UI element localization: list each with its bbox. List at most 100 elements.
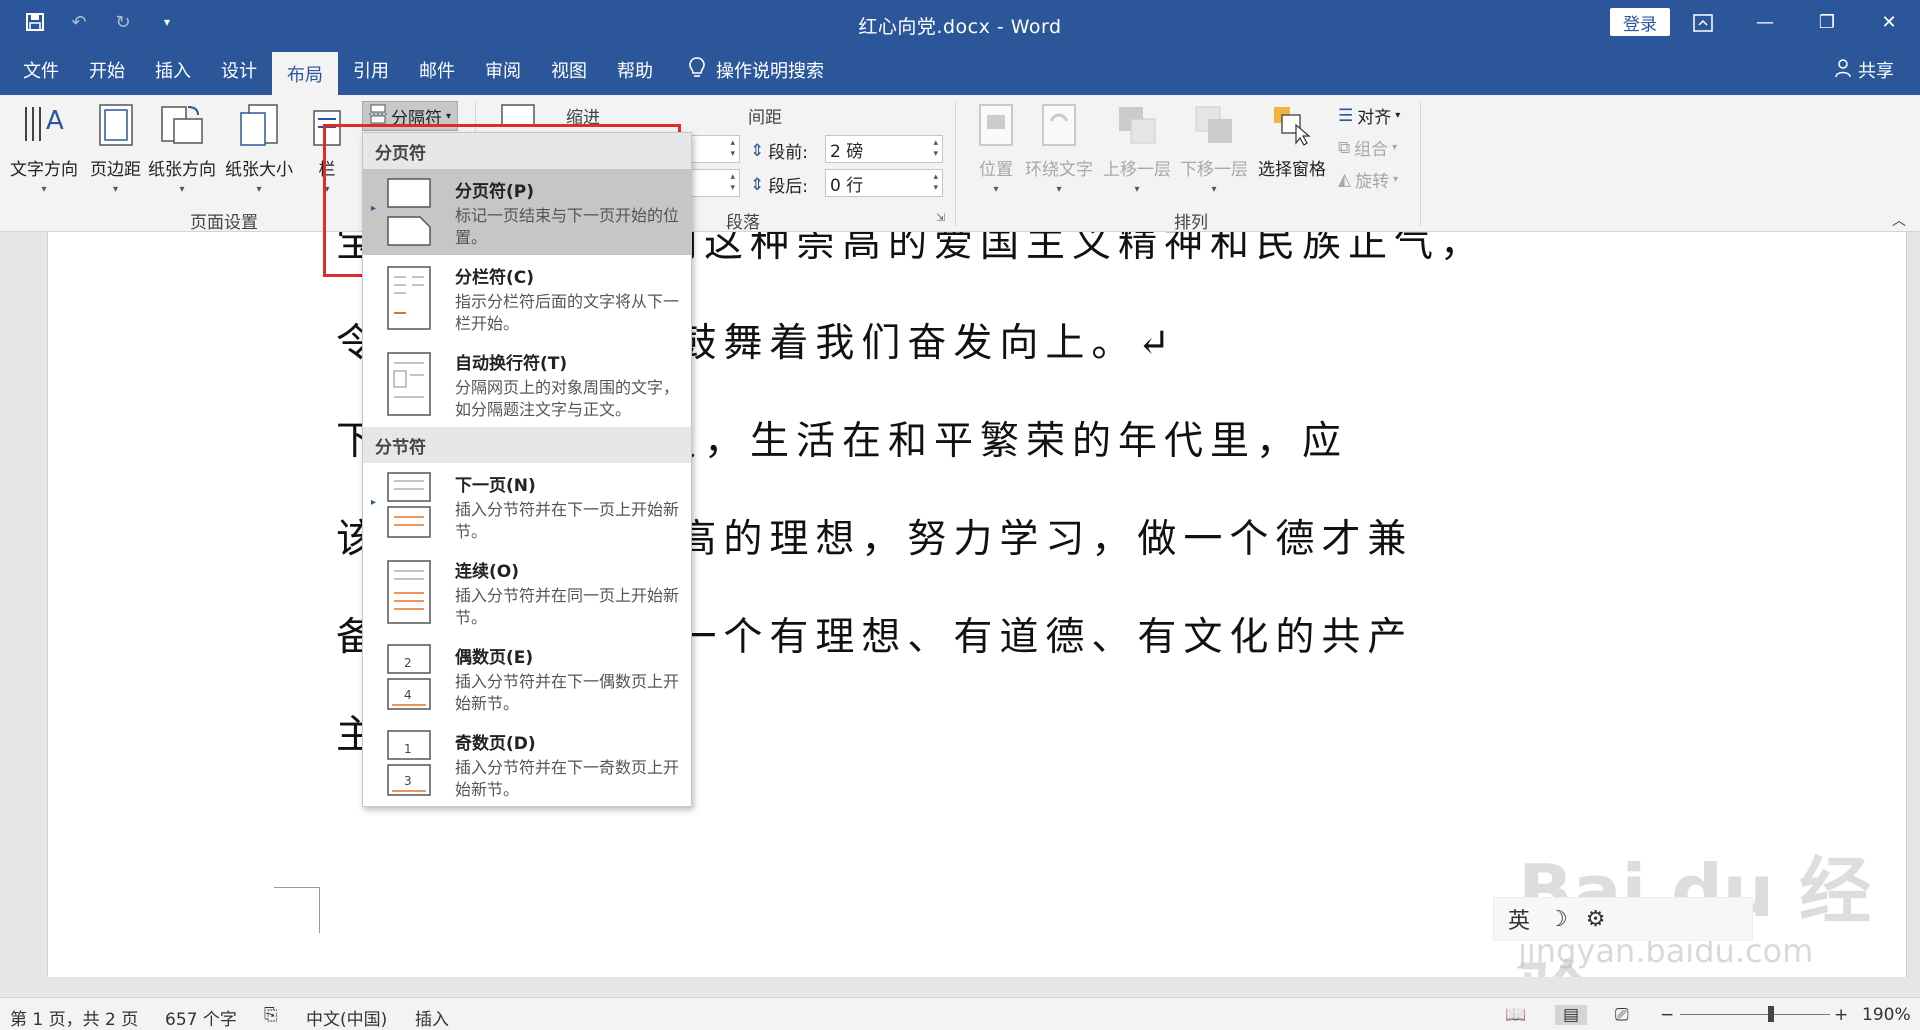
position-button[interactable]: 位置 ▾ xyxy=(972,101,1020,195)
zoom-in-icon[interactable]: + xyxy=(1834,1005,1848,1025)
send-backward-icon xyxy=(1190,101,1238,149)
tab-layout[interactable]: 布局 xyxy=(272,52,338,95)
next-page-break-icon xyxy=(363,463,455,549)
arrange-group-label: 排列 xyxy=(1174,213,1208,233)
tab-mailings[interactable]: 邮件 xyxy=(404,45,470,95)
indent-left-field[interactable]: ▴ ▾ xyxy=(690,135,740,163)
orientation-icon xyxy=(158,101,206,149)
ribbon-tabs-bar: 文件 开始 插入 设计 布局 引用 邮件 审阅 视图 帮助 操作说明搜索 共享 xyxy=(0,45,1920,95)
menu-item-even-page[interactable]: 24 偶数页(E) 插入分节符并在下一偶数页上开始新节。 xyxy=(363,635,691,721)
menu-item-next-page[interactable]: ▸ 下一页(N) 插入分节符并在下一页上开始新节。 xyxy=(363,463,691,549)
tab-review[interactable]: 审阅 xyxy=(470,45,536,95)
svg-text:3: 3 xyxy=(404,774,412,788)
text-direction-button[interactable]: A 文字方向 ▾ xyxy=(10,101,78,195)
rotate-button[interactable]: ◭ 旋转 ▾ xyxy=(1338,167,1398,193)
login-button[interactable]: 登录 xyxy=(1610,8,1670,36)
spacing-before-value: 2 磅 xyxy=(830,141,864,162)
spacing-before-field[interactable]: 2 磅 ▴ ▾ xyxy=(825,135,943,163)
svg-text:1: 1 xyxy=(404,742,412,756)
tab-insert[interactable]: 插入 xyxy=(140,45,206,95)
insert-mode[interactable]: 插入 xyxy=(415,1005,449,1030)
even-page-break-icon: 24 xyxy=(363,635,455,721)
column-break-desc: 指示分栏符后面的文字将从下一栏开始。 xyxy=(455,292,680,333)
paragraph-group-label: 段落 xyxy=(726,213,760,233)
menu-item-text-wrapping-break[interactable]: 自动换行符(T) 分隔网页上的对象周围的文字，如分隔题注文字与正文。 xyxy=(363,341,691,427)
page-break-title: 分页符(P) xyxy=(455,182,534,202)
position-label: 位置 xyxy=(979,160,1013,180)
ime-toolbar[interactable]: 英 ☽ ⚙ xyxy=(1493,897,1753,941)
svg-text:4: 4 xyxy=(404,688,412,702)
menu-item-column-break[interactable]: 分栏符(C) 指示分栏符后面的文字将从下一栏开始。 xyxy=(363,255,691,341)
menu-item-page-break[interactable]: ▸ 分页符(P) 标记一页结束与下一页开始的位置。 xyxy=(363,169,691,255)
position-icon xyxy=(972,101,1020,149)
orientation-button[interactable]: 纸张方向 ▾ xyxy=(148,101,216,195)
size-button[interactable]: 纸张大小 ▾ xyxy=(225,101,293,195)
web-layout-icon[interactable]: ⎚ xyxy=(1615,1005,1629,1025)
proofing-icon[interactable]: ⎘ xyxy=(264,1005,278,1025)
title-bar: ↶ ↻ ▾ 红心向党.docx - Word 登录 — ❐ ✕ xyxy=(0,0,1920,45)
ime-moon-icon[interactable]: ☽ xyxy=(1548,907,1568,932)
print-layout-icon[interactable]: ▤ xyxy=(1555,1005,1588,1025)
group-button[interactable]: ⧉ 组合 ▾ xyxy=(1338,135,1397,161)
zoom-slider-thumb[interactable] xyxy=(1768,1006,1774,1022)
spacing-before-label: ⇕ 段前: xyxy=(750,138,808,164)
breaks-dropdown-menu: 分页符 ▸ 分页符(P) 标记一页结束与下一页开始的位置。 分栏符(C) 指示分… xyxy=(362,132,692,807)
group-label: 组合 xyxy=(1354,140,1389,160)
collapse-ribbon-icon[interactable]: ︿ xyxy=(1892,210,1906,230)
tell-me-label: 操作说明搜索 xyxy=(716,61,824,82)
selection-pane-label: 选择窗格 xyxy=(1258,160,1326,180)
even-page-desc: 插入分节符并在下一偶数页上开始新节。 xyxy=(455,672,680,713)
next-page-title: 下一页(N) xyxy=(455,476,536,496)
share-button[interactable]: 共享 xyxy=(1834,57,1894,83)
tab-view[interactable]: 视图 xyxy=(536,45,602,95)
person-icon xyxy=(1834,58,1852,83)
read-mode-icon[interactable]: 📖 xyxy=(1505,1005,1526,1025)
page-breaks-section-header: 分页符 xyxy=(363,133,691,169)
section-breaks-section-header: 分节符 xyxy=(363,427,691,463)
ime-settings-icon[interactable]: ⚙ xyxy=(1586,907,1606,932)
paragraph-dialog-launcher-icon[interactable]: ⇲ xyxy=(936,211,945,224)
margins-button[interactable]: 页边距 ▾ xyxy=(90,101,141,195)
language-indicator[interactable]: 中文(中国) xyxy=(306,1005,387,1030)
minimize-icon[interactable]: — xyxy=(1734,0,1796,45)
margin-corner-mark xyxy=(274,887,320,933)
page-break-icon xyxy=(363,169,455,255)
rotate-label: 旋转 xyxy=(1355,172,1390,192)
spacing-after-field[interactable]: 0 行 ▴ ▾ xyxy=(825,169,943,197)
rotate-icon: ◭ xyxy=(1338,169,1352,190)
tab-references[interactable]: 引用 xyxy=(338,45,404,95)
tab-design[interactable]: 设计 xyxy=(206,45,272,95)
tell-me-search[interactable]: 操作说明搜索 xyxy=(688,45,824,95)
close-icon[interactable]: ✕ xyxy=(1858,0,1920,45)
ime-language-indicator[interactable]: 英 xyxy=(1508,903,1530,935)
tab-help[interactable]: 帮助 xyxy=(602,45,668,95)
align-button[interactable]: ☰ 对齐 ▾ xyxy=(1338,103,1400,129)
menu-item-odd-page[interactable]: 13 奇数页(D) 插入分节符并在下一奇数页上开始新节。 xyxy=(363,721,691,807)
menu-item-continuous[interactable]: 连续(O) 插入分节符并在同一页上开始新节。 xyxy=(363,549,691,635)
margins-icon xyxy=(92,101,140,149)
wrap-text-button[interactable]: 环绕文字 ▾ xyxy=(1025,101,1093,195)
wrap-text-label: 环绕文字 xyxy=(1025,160,1093,180)
size-label: 纸张大小 xyxy=(225,160,293,180)
selection-pane-button[interactable]: 选择窗格 xyxy=(1258,101,1326,180)
bring-forward-button[interactable]: 上移一层 ▾ xyxy=(1103,101,1171,195)
send-backward-button[interactable]: 下移一层 ▾ xyxy=(1180,101,1248,195)
text-wrapping-break-desc: 分隔网页上的对象周围的文字，如分隔题注文字与正文。 xyxy=(455,378,680,419)
hyphenation-partial-icon xyxy=(498,101,538,126)
tab-home[interactable]: 开始 xyxy=(74,45,140,95)
document-page[interactable]: 宝贵的生命，他们这种崇高的爱国主义精神和民族正气， 令 们的精神永远鼓舞着我们奋… xyxy=(47,232,1907,977)
spacing-after-label: ⇕ 段后: xyxy=(750,172,808,198)
send-backward-label: 下移一层 xyxy=(1180,160,1248,180)
ribbon-display-options-icon[interactable] xyxy=(1672,0,1734,45)
page-count[interactable]: 第 1 页，共 2 页 xyxy=(10,1005,138,1030)
tab-file[interactable]: 文件 xyxy=(8,45,74,95)
zoom-slider-track[interactable] xyxy=(1680,1014,1830,1015)
zoom-out-icon[interactable]: − xyxy=(1660,1005,1674,1025)
selection-pane-icon xyxy=(1268,101,1316,149)
zoom-level[interactable]: 190% xyxy=(1862,1005,1911,1025)
indent-right-field[interactable]: ▴ ▾ xyxy=(690,169,740,197)
margins-label: 页边距 xyxy=(90,160,141,180)
word-count[interactable]: 657 个字 xyxy=(165,1005,237,1030)
align-label: 对齐 xyxy=(1357,108,1392,128)
restore-icon[interactable]: ❐ xyxy=(1796,0,1858,45)
